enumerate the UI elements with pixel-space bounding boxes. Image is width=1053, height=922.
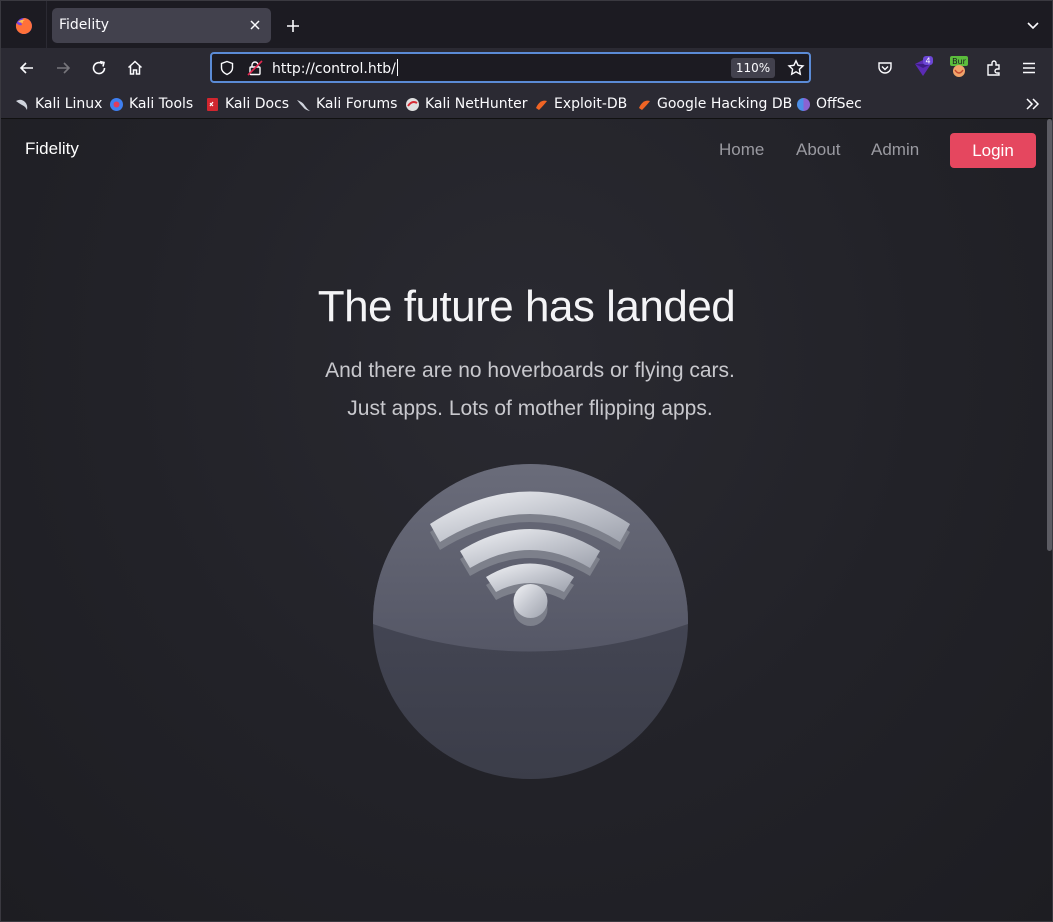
- kali-dragon-icon: [16, 99, 28, 110]
- pocket-icon[interactable]: [876, 59, 894, 77]
- nav-home-link[interactable]: Home: [719, 140, 764, 160]
- tab-active[interactable]: Fidelity: [52, 8, 271, 43]
- hero-subtitle-line-1: And there are no hoverboards or flying c…: [325, 359, 735, 382]
- navigation-toolbar: http://control.htb/ 110% 4 Bur: [1, 48, 1052, 89]
- bookmark-label: Exploit-DB: [554, 96, 628, 112]
- hamburger-menu-icon[interactable]: [1020, 59, 1038, 77]
- new-tab-icon[interactable]: [285, 18, 301, 34]
- nav-about-link[interactable]: About: [796, 140, 840, 160]
- zoom-level[interactable]: 110%: [731, 58, 775, 78]
- bookmark-offsec[interactable]: OffSec: [796, 95, 862, 113]
- chevron-double-right-icon[interactable]: [1025, 97, 1041, 111]
- back-icon[interactable]: [18, 59, 36, 77]
- svg-text:Bur: Bur: [952, 57, 967, 66]
- bookmark-label: Kali Tools: [129, 96, 194, 112]
- address-bar[interactable]: http://control.htb/ 110%: [210, 52, 811, 83]
- nethunter-icon: [406, 97, 419, 111]
- bookmark-kali-docs[interactable]: Kali Docs: [205, 95, 289, 113]
- extension-badge: 4: [925, 57, 930, 66]
- bookmark-label: Kali Linux: [35, 96, 103, 112]
- home-icon[interactable]: [126, 59, 144, 77]
- url-value: http://control.htb/: [272, 61, 396, 77]
- bookmark-star-icon[interactable]: [787, 59, 805, 77]
- bookmark-label: Kali Docs: [225, 96, 290, 112]
- chevron-down-icon[interactable]: [1026, 19, 1040, 33]
- bookmark-kali-nethunter[interactable]: Kali NetHunter: [405, 95, 527, 113]
- exploit-db-icon: [536, 100, 547, 110]
- bookmark-label: OffSec: [816, 96, 862, 112]
- kali-docs-icon: [207, 97, 218, 111]
- bookmark-label: Kali NetHunter: [425, 96, 528, 112]
- bookmark-label: Google Hacking DB: [657, 96, 793, 112]
- extension-burp-icon[interactable]: Bur: [948, 55, 970, 79]
- page-scrollbar[interactable]: [1047, 119, 1052, 551]
- bookmark-kali-forums[interactable]: Kali Forums: [296, 95, 397, 113]
- tab-title: Fidelity: [59, 17, 109, 33]
- tab-strip: Fidelity: [1, 1, 1052, 48]
- hero-title: The future has landed: [317, 282, 736, 331]
- tab-separator: [46, 1, 47, 48]
- extensions-puzzle-icon[interactable]: [985, 59, 1003, 77]
- insecure-lock-icon[interactable]: [247, 60, 263, 76]
- close-icon[interactable]: [247, 17, 263, 33]
- extension-foxyproxy-icon[interactable]: 4: [912, 56, 934, 78]
- kali-dragon-icon: [297, 99, 310, 111]
- bookmark-kali-tools[interactable]: Kali Tools: [109, 95, 193, 113]
- site-brand[interactable]: Fidelity: [25, 139, 79, 159]
- kali-tools-icon: [110, 97, 123, 111]
- firefox-icon[interactable]: [15, 17, 33, 35]
- web-page: Fidelity Home About Admin Login The futu…: [1, 119, 1052, 921]
- exploit-db-icon: [639, 100, 650, 110]
- bookmark-label: Kali Forums: [316, 96, 398, 112]
- wifi-orb-icon: [373, 464, 688, 779]
- bookmark-kali-linux[interactable]: Kali Linux: [15, 95, 102, 113]
- nav-admin-link[interactable]: Admin: [871, 140, 919, 160]
- reload-icon[interactable]: [90, 59, 108, 77]
- offsec-icon: [797, 97, 810, 111]
- url-input[interactable]: http://control.htb/: [272, 59, 398, 77]
- browser-window: Fidelity http://control.htb/ 110% 4 Bur …: [0, 0, 1053, 922]
- text-caret: [396, 59, 398, 76]
- hero-subtitle-line-2: Just apps. Lots of mother flipping apps.: [347, 397, 713, 420]
- tracking-protection-icon[interactable]: [219, 60, 235, 76]
- forward-icon[interactable]: [54, 59, 72, 77]
- bookmark-exploit-db[interactable]: Exploit-DB: [534, 95, 627, 113]
- login-button[interactable]: Login: [950, 133, 1036, 168]
- bookmark-google-hacking-db[interactable]: Google Hacking DB: [637, 95, 792, 113]
- bookmarks-toolbar: Kali Linux Kali Tools Kali Docs Kali For…: [1, 89, 1052, 119]
